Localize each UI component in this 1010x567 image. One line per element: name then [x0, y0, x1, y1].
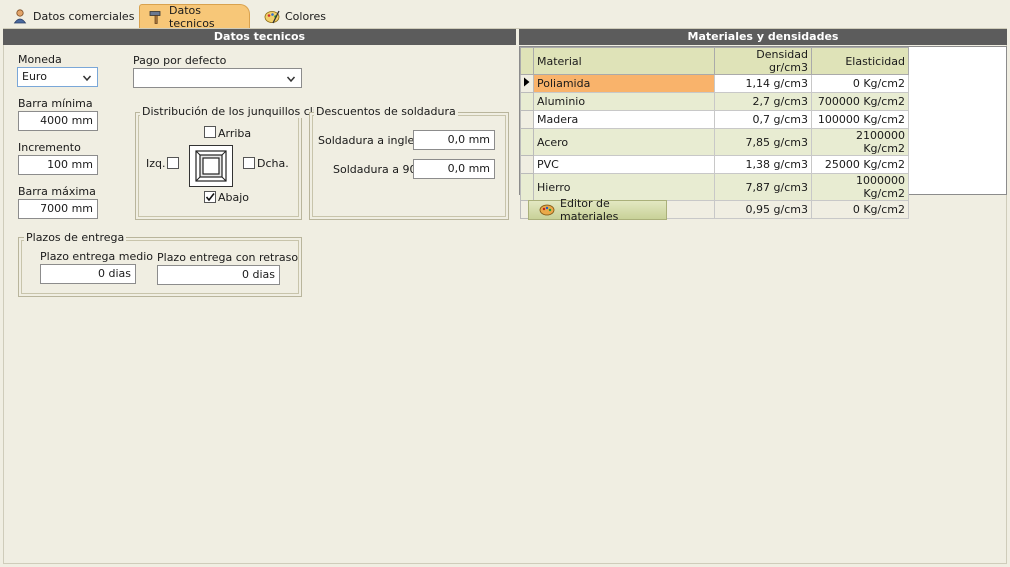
row-indicator [520, 173, 534, 201]
cell-densidad[interactable]: 0,7 g/cm3 [714, 110, 812, 129]
column-header-densidad[interactable]: Densidad gr/cm3 [714, 47, 812, 75]
moneda-value: Euro [22, 70, 47, 83]
tab-datos-tecnicos[interactable]: Datos tecnicos [139, 3, 250, 30]
cell-densidad[interactable]: 2,7 g/cm3 [714, 92, 812, 111]
soldadura-title: Descuentos de soldadura [314, 105, 458, 118]
plazo-retraso-label: Plazo entrega con retraso [157, 251, 299, 264]
cell-elasticidad[interactable]: 1000000 Kg/cm2 [811, 173, 909, 201]
moneda-label: Moneda [18, 53, 62, 66]
noventa-input[interactable]: 0,0 mm [413, 159, 495, 179]
moneda-select[interactable]: Euro [17, 67, 98, 87]
arriba-label: Arriba [218, 127, 252, 140]
cell-material[interactable]: Acero [533, 128, 715, 156]
cell-densidad[interactable]: 7,87 g/cm3 [714, 173, 812, 201]
cell-material[interactable]: Poliamida [533, 74, 715, 93]
palette-icon [264, 8, 280, 24]
cell-elasticidad[interactable]: 0 Kg/cm2 [811, 74, 909, 93]
tab-label: Colores [285, 9, 326, 23]
cell-elasticidad[interactable]: 0 Kg/cm2 [811, 200, 909, 219]
barra-maxima-input[interactable]: 7000 mm [18, 199, 98, 219]
pago-select[interactable] [133, 68, 302, 88]
pago-label: Pago por defecto [133, 54, 227, 67]
tab-colores[interactable]: Colores [256, 4, 334, 28]
check-icon [205, 193, 215, 202]
table-row[interactable]: Madera 0,7 g/cm3 100000 Kg/cm2 [520, 110, 909, 129]
abajo-checkbox[interactable] [204, 191, 216, 203]
chevron-down-icon [82, 71, 92, 89]
table-row[interactable]: Aluminio 2,7 g/cm3 700000 Kg/cm2 [520, 92, 909, 111]
plazo-retraso-input[interactable]: 0 dias [157, 265, 280, 285]
palette-icon [539, 204, 555, 216]
dcha-checkbox[interactable] [243, 157, 255, 169]
column-header-elasticidad[interactable]: Elasticidad [811, 47, 909, 75]
tab-datos-comerciales[interactable]: Datos comerciales [4, 4, 142, 28]
plazo-medio-label: Plazo entrega medio [40, 250, 154, 263]
abajo-label: Abajo [218, 191, 250, 204]
barra-maxima-label: Barra máxima [18, 185, 96, 198]
cell-densidad[interactable]: 7,85 g/cm3 [714, 128, 812, 156]
materials-grid[interactable]: Material Densidad gr/cm3 Elasticidad Pol… [519, 46, 1007, 219]
row-selector-arrow-icon [520, 74, 534, 93]
editor-materiales-label: Editor de materiales [560, 197, 619, 223]
dcha-label: Dcha. [257, 157, 289, 170]
cell-elasticidad[interactable]: 2100000 Kg/cm2 [811, 128, 909, 156]
table-row[interactable]: Acero 7,85 g/cm3 2100000 Kg/cm2 [520, 128, 909, 156]
inglete-input[interactable]: 0,0 mm [413, 130, 495, 150]
cell-elasticidad[interactable]: 25000 Kg/cm2 [811, 155, 909, 174]
row-indicator [520, 155, 534, 174]
chevron-down-icon [286, 72, 296, 90]
cell-densidad[interactable]: 1,38 g/cm3 [714, 155, 812, 174]
incremento-label: Incremento [18, 141, 81, 154]
plazos-title: Plazos de entrega [24, 231, 127, 244]
row-indicator-header [520, 47, 534, 75]
inglete-label: Soldadura a inglete [318, 134, 426, 147]
noventa-label: Soldadura a 90º [333, 163, 422, 176]
tab-label: Datos tecnicos [169, 3, 215, 30]
table-row[interactable]: PVC 1,38 g/cm3 25000 Kg/cm2 [520, 155, 909, 174]
izq-label: Izq. [146, 157, 166, 170]
hammer-icon [148, 9, 164, 25]
barra-minima-label: Barra mínima [18, 97, 93, 110]
row-indicator [520, 128, 534, 156]
izq-checkbox[interactable] [167, 157, 179, 169]
tab-label: Datos comerciales [33, 9, 135, 23]
arriba-checkbox[interactable] [204, 126, 216, 138]
plazo-medio-input[interactable]: 0 dias [40, 264, 136, 284]
datos-tecnicos-header: Datos tecnicos [3, 29, 516, 45]
materiales-header: Materiales y densidades [519, 29, 1007, 45]
cell-material[interactable]: PVC [533, 155, 715, 174]
junquillos-title: Distribución de los junquillos clip [140, 105, 325, 118]
editor-materiales-button[interactable]: Editor de materiales [528, 197, 667, 223]
frame-preview-icon [189, 145, 233, 187]
cell-densidad[interactable]: 1,14 g/cm3 [714, 74, 812, 93]
cell-material[interactable]: Aluminio [533, 92, 715, 111]
cell-elasticidad[interactable]: 700000 Kg/cm2 [811, 92, 909, 111]
table-row[interactable]: Poliamida 1,14 g/cm3 0 Kg/cm2 [520, 74, 909, 93]
barra-minima-input[interactable]: 4000 mm [18, 111, 98, 131]
row-indicator [520, 110, 534, 129]
cell-elasticidad[interactable]: 100000 Kg/cm2 [811, 110, 909, 129]
cell-densidad[interactable]: 0,95 g/cm3 [714, 200, 812, 219]
column-header-material[interactable]: Material [533, 47, 715, 75]
person-icon [12, 8, 28, 24]
cell-material[interactable]: Madera [533, 110, 715, 129]
row-indicator [520, 92, 534, 111]
incremento-input[interactable]: 100 mm [18, 155, 98, 175]
